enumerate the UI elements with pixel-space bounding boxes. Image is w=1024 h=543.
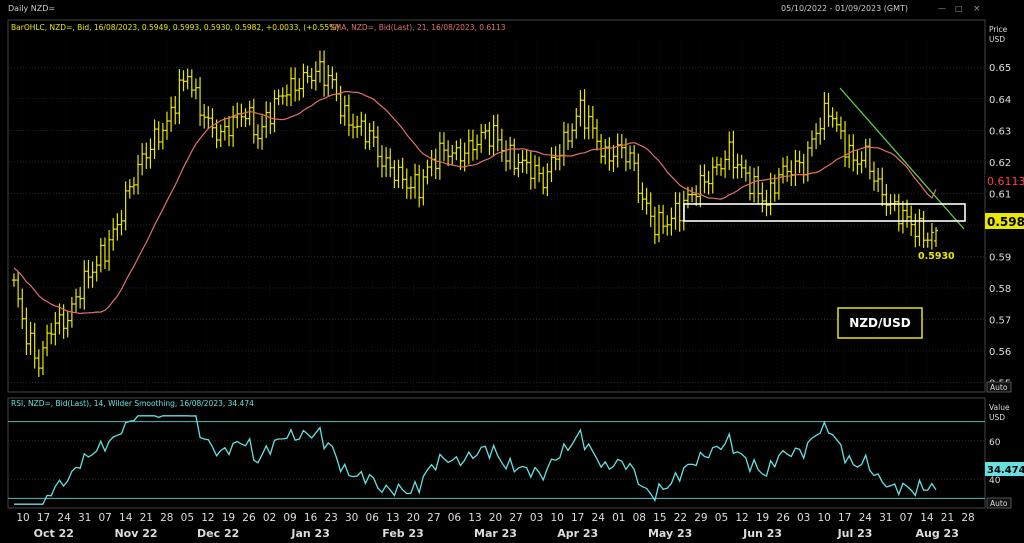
minimize-button[interactable]: — [938, 4, 946, 13]
legend-rsi: RSI, NZD=, Bid(Last), 14, Wilder Smoothi… [11, 399, 254, 408]
x-day-label: 12 [201, 512, 214, 524]
x-day-label: 27 [427, 512, 440, 524]
x-day-label: 05 [715, 512, 728, 524]
x-day-label: 28 [961, 512, 974, 524]
price-axis-unit: USD [989, 35, 1005, 44]
x-day-label: 28 [160, 512, 173, 524]
price-tick-label: 0.56 [989, 347, 1011, 358]
x-day-label: 20 [489, 512, 502, 524]
x-day-label: 14 [119, 512, 133, 524]
x-month-label: Dec 22 [197, 527, 239, 540]
x-day-label: 20 [407, 512, 420, 524]
price-tick-label: 0.57 [989, 315, 1011, 326]
legend-bar: BarOHLC, NZD=, Bid, 16/08/2023, 0.5949, … [11, 23, 339, 32]
rsi-auto-label: Auto [990, 499, 1008, 508]
rsi-tick-label: 40 [989, 476, 1001, 486]
price-tick-label: 0.59 [989, 252, 1011, 263]
legend-sma: SMA, NZD=, Bid(Last), 21, 16/08/2023, 0.… [330, 23, 506, 32]
x-month-label: May 23 [648, 527, 692, 540]
x-day-label: 26 [776, 512, 790, 524]
x-day-label: 24 [57, 512, 71, 524]
x-month-label: Apr 23 [557, 527, 598, 540]
x-day-label: 17 [571, 512, 584, 524]
rsi-axis-unit: USD [989, 413, 1005, 422]
x-day-label: 21 [941, 512, 954, 524]
chart-title: Daily NZD= [8, 4, 55, 13]
sma-tag: 0.6113 [987, 175, 1024, 188]
x-day-label: 10 [818, 512, 831, 524]
price-tick-label: 0.58 [989, 284, 1011, 295]
x-day-label: 21 [140, 512, 153, 524]
x-month-label: Feb 23 [382, 527, 424, 540]
x-month-label: Jun 23 [742, 527, 782, 540]
x-day-label: 19 [756, 512, 769, 524]
x-month-label: Jan 23 [290, 527, 329, 540]
date-range: 05/10/2022 - 01/09/2023 (GMT) [781, 4, 908, 13]
x-month-label: Oct 22 [34, 527, 74, 540]
x-day-label: 02 [263, 512, 276, 524]
chart-canvas: 0.650.640.630.620.610.600.590.580.570.56… [7, 4, 1024, 540]
x-day-label: 06 [366, 512, 380, 524]
rsi-tag: 34.474 [987, 465, 1024, 476]
x-day-label: 17 [37, 512, 50, 524]
x-day-label: 03 [797, 512, 810, 524]
x-day-label: 03 [530, 512, 543, 524]
x-day-label: 12 [735, 512, 748, 524]
x-day-label: 19 [222, 512, 235, 524]
x-day-label: 27 [509, 512, 522, 524]
x-day-label: 06 [448, 512, 462, 524]
pair-label: NZD/USD [849, 316, 910, 330]
x-day-label: 23 [324, 512, 337, 524]
x-day-label: 10 [550, 512, 563, 524]
x-day-label: 13 [468, 512, 481, 524]
rsi-tick-label: 60 [989, 438, 1001, 448]
x-day-label: 31 [879, 512, 892, 524]
x-month-label: Jul 23 [837, 527, 873, 540]
x-day-label: 16 [304, 512, 318, 524]
price-auto-label: Auto [990, 383, 1008, 392]
x-day-label: 14 [920, 512, 934, 524]
x-day-label: 07 [98, 512, 111, 524]
x-day-label: 09 [283, 512, 296, 524]
x-day-label: 10 [16, 512, 29, 524]
price-tick-label: 0.65 [989, 63, 1011, 74]
price-tick-label: 0.61 [989, 189, 1011, 200]
x-day-label: 30 [345, 512, 358, 524]
x-day-label: 13 [386, 512, 399, 524]
price-tick-label: 0.64 [989, 95, 1011, 106]
x-day-label: 24 [592, 512, 606, 524]
low-label: 0.5930 [918, 251, 955, 262]
rsi-axis-header: Value [989, 403, 1010, 412]
x-day-label: 31 [78, 512, 91, 524]
price-axis-header: Price [989, 25, 1008, 34]
x-axis-ticks: 10 17 24 31 07 14 21 28 05 12 19 26 02 09 16 23 30 06 13 20… [16, 512, 974, 540]
x-day-label: 22 [674, 512, 687, 524]
x-day-label: 29 [694, 512, 707, 524]
x-day-label: 26 [242, 512, 256, 524]
last-price-tag: 0.598 [987, 215, 1024, 229]
x-day-label: 08 [633, 512, 646, 524]
price-tick-label: 0.63 [989, 126, 1011, 137]
price-tick-label: 0.62 [989, 158, 1011, 169]
x-day-label: 05 [181, 512, 194, 524]
x-month-label: Mar 23 [474, 527, 517, 540]
chart-window: 0.650.640.630.620.610.600.590.580.570.56… [0, 0, 1024, 543]
x-month-label: Aug 23 [916, 527, 959, 540]
x-day-label: 01 [612, 512, 625, 524]
x-day-label: 15 [653, 512, 666, 524]
x-day-label: 07 [900, 512, 913, 524]
close-button[interactable]: × [973, 4, 981, 14]
maximize-button[interactable]: □ [955, 4, 963, 13]
x-day-label: 24 [859, 512, 873, 524]
x-day-label: 17 [838, 512, 851, 524]
x-month-label: Nov 22 [114, 527, 157, 540]
